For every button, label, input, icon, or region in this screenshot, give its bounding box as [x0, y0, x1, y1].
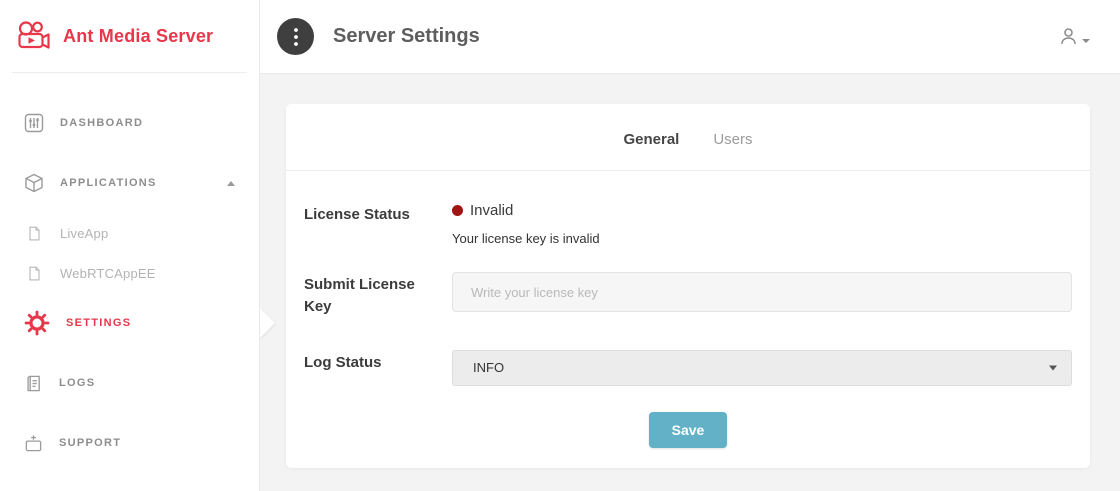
- sidebar-item-label: LiveApp: [60, 226, 108, 241]
- file-icon: [27, 226, 42, 241]
- applications-icon: [24, 173, 44, 193]
- settings-tabs: General Users: [286, 104, 1090, 148]
- header-menu-button[interactable]: [277, 18, 314, 55]
- sidebar-item-label: SETTINGS: [66, 317, 131, 329]
- license-status-field: Invalid Your license key is invalid: [452, 202, 1072, 246]
- app-root: Ant Media Server DASHBOARD: [0, 0, 1120, 491]
- file-icon: [27, 266, 42, 281]
- license-key-input[interactable]: [452, 272, 1072, 312]
- sidebar-item-settings[interactable]: SETTINGS: [0, 293, 259, 353]
- license-key-label: Submit License Key: [304, 272, 434, 318]
- page-title: Server Settings: [333, 25, 480, 48]
- save-button[interactable]: Save: [649, 412, 728, 448]
- log-status-select[interactable]: INFO: [452, 350, 1072, 386]
- form-row-license-status: License Status Invalid Your license key …: [304, 202, 1072, 246]
- sidebar-item-logs[interactable]: LOGS: [0, 353, 259, 413]
- tab-general[interactable]: General: [623, 131, 679, 148]
- form-row-license-key: Submit License Key: [304, 272, 1072, 318]
- sidebar-nav: DASHBOARD APPLICATIONS LiveApp: [0, 73, 259, 473]
- gear-icon: [24, 310, 50, 336]
- dashboard-icon: [24, 113, 44, 133]
- user-menu[interactable]: [1058, 26, 1090, 47]
- general-settings-form: License Status Invalid Your license key …: [286, 171, 1090, 448]
- sidebar-item-label: DASHBOARD: [60, 117, 143, 129]
- collapse-caret-icon[interactable]: [227, 181, 235, 186]
- license-status-line: Invalid: [452, 202, 1072, 219]
- top-header: Server Settings: [260, 0, 1120, 74]
- sidebar-item-liveapp[interactable]: LiveApp: [0, 213, 259, 253]
- sidebar-item-dashboard[interactable]: DASHBOARD: [0, 93, 259, 153]
- sidebar-item-label: SUPPORT: [59, 437, 121, 449]
- brand-name: Ant Media Server: [63, 26, 213, 47]
- log-status-field: INFO: [452, 350, 1072, 386]
- sidebar-item-webrtcappee[interactable]: WebRTCAppEE: [0, 253, 259, 293]
- license-status-label: License Status: [304, 202, 434, 246]
- tab-users[interactable]: Users: [713, 131, 752, 148]
- sidebar-item-label: WebRTCAppEE: [60, 266, 156, 281]
- user-icon: [1058, 26, 1079, 47]
- log-status-label: Log Status: [304, 350, 434, 386]
- sidebar-item-label: APPLICATIONS: [60, 177, 157, 189]
- brand-logo: Ant Media Server: [0, 0, 259, 72]
- sidebar-item-applications[interactable]: APPLICATIONS: [0, 153, 259, 213]
- logs-icon: [24, 374, 43, 393]
- save-row: Save: [304, 412, 1072, 448]
- server-settings-panel: General Users License Status Invalid You…: [286, 104, 1090, 468]
- license-status-value: Invalid: [470, 202, 513, 219]
- sidebar-item-support[interactable]: SUPPORT: [0, 413, 259, 473]
- form-row-log-status: Log Status INFO: [304, 350, 1072, 386]
- status-dot-icon: [452, 205, 463, 216]
- ant-media-logo-icon: [14, 20, 52, 52]
- license-status-description: Your license key is invalid: [452, 231, 1072, 246]
- vertical-dots-icon: [294, 28, 298, 46]
- license-key-field: [452, 272, 1072, 318]
- support-icon: [24, 434, 43, 453]
- log-status-select-wrap: INFO: [452, 350, 1072, 386]
- active-item-arrow: [260, 308, 275, 338]
- chevron-down-icon: [1082, 39, 1090, 43]
- sidebar: Ant Media Server DASHBOARD: [0, 0, 260, 491]
- sidebar-item-label: LOGS: [59, 377, 95, 389]
